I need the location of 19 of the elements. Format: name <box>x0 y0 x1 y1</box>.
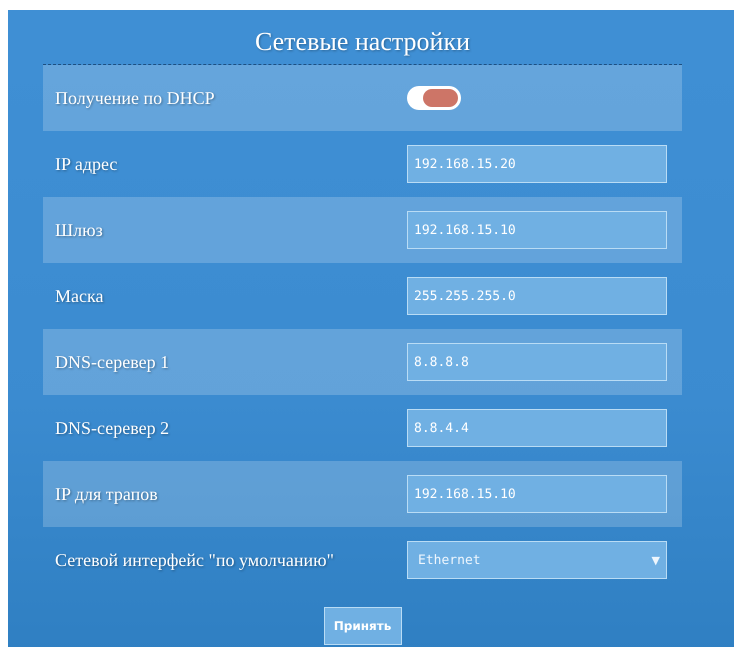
input-field[interactable]: 8.8.8.8 <box>407 343 667 381</box>
input-field[interactable]: 192.168.15.10 <box>407 211 667 249</box>
input-field[interactable]: 8.8.4.4 <box>407 409 667 447</box>
panel-title: Сетевые настройки <box>254 26 472 58</box>
input-field[interactable]: 255.255.255.0 <box>407 277 667 315</box>
field-label: Сетевой интерфейс "по умолчанию" <box>55 550 335 570</box>
field-label: IP адрес <box>55 154 118 174</box>
dropdown[interactable]: Ethernet ▼ <box>407 541 667 579</box>
field-label: IP для трапов <box>55 484 159 504</box>
input-field[interactable]: 192.168.15.20 <box>407 145 667 183</box>
apply-button[interactable]: Принять <box>324 607 402 645</box>
input-field[interactable]: 192.168.15.10 <box>407 475 667 513</box>
field-label: Получение по DHCP <box>55 88 216 108</box>
field-label: Шлюз <box>55 220 104 240</box>
toggle-switch[interactable] <box>407 86 461 110</box>
field-label: Маска <box>55 286 104 306</box>
caret-icon: ▼ <box>652 554 660 566</box>
field-label: DNS-серевер 1 <box>55 352 170 372</box>
field-label: DNS-серевер 2 <box>55 418 170 438</box>
